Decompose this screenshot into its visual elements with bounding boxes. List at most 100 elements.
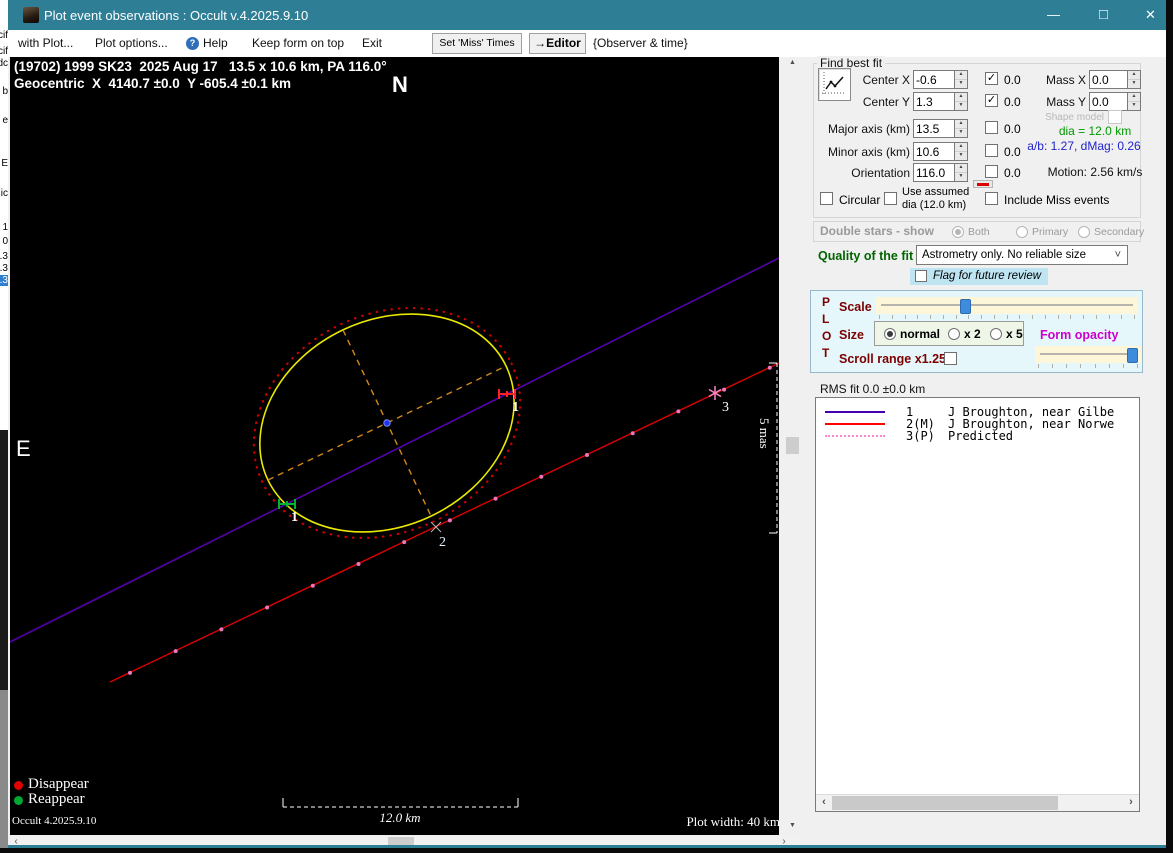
major-axis-checkbox[interactable] — [985, 121, 998, 134]
version-label: Occult 4.2025.9.10 — [12, 815, 97, 827]
quality-dropdown[interactable]: Astrometry only. No reliable size ˅ — [916, 245, 1128, 265]
menu-keep-form-on-top[interactable]: Keep form on top — [252, 36, 344, 50]
include-miss-label: Include Miss events — [1004, 193, 1110, 207]
flag-review-row: Flag for future review — [910, 268, 1048, 285]
list-scroll-right-arrow[interactable]: › — [1125, 796, 1137, 808]
plot-vertical-scrollbar[interactable]: ▲ ▼ — [785, 57, 800, 835]
scroll-down-arrow[interactable]: ▼ — [785, 822, 800, 829]
set-miss-times-button[interactable]: Set 'Miss' Times — [432, 33, 522, 54]
obs-row-3-name: Predicted — [948, 429, 1014, 443]
plot-header-line1: (19702) 1999 SK23 2025 Aug 17 13.5 x 10.… — [14, 59, 387, 74]
center-y-spin-buttons[interactable]: ▲ ▼ — [954, 92, 968, 111]
screen-bottom-edge — [0, 848, 1173, 853]
list-scroll-left-arrow[interactable]: ‹ — [818, 796, 830, 808]
mass-x-spinner[interactable]: ▲▼ — [1089, 70, 1141, 89]
mass-x-input[interactable] — [1089, 70, 1127, 89]
major-axis-spinner[interactable]: ▲▼ — [913, 119, 968, 138]
menu-with-plot[interactable]: with Plot... — [18, 36, 73, 50]
center-x-checkbox[interactable] — [985, 72, 998, 85]
minimize-button[interactable]: — — [1031, 0, 1076, 30]
menu-plot-options[interactable]: Plot options... — [95, 36, 168, 50]
form-opacity-label: Form opacity — [1040, 328, 1119, 342]
mass-y-spinner[interactable]: ▲▼ — [1089, 92, 1141, 111]
double-stars-secondary-radio[interactable] — [1078, 226, 1090, 238]
mass-x-label: Mass X — [1045, 73, 1086, 87]
mass-y-spin-buttons[interactable]: ▲ ▼ — [1127, 92, 1141, 111]
double-stars-both-radio[interactable] — [952, 226, 964, 238]
center-y-input[interactable] — [913, 92, 954, 111]
menu-exit[interactable]: Exit — [362, 36, 382, 50]
center-x-input[interactable] — [913, 70, 954, 89]
size-label: Size — [839, 328, 865, 342]
minor-axis-label: Minor axis (km) — [827, 145, 910, 159]
major-axis-input[interactable] — [913, 119, 954, 138]
quality-label: Quality of the fit — [818, 249, 914, 263]
center-y-sigma: 0.0 — [1004, 95, 1021, 109]
legend-line-predicted — [825, 435, 885, 437]
flag-review-checkbox[interactable] — [915, 270, 927, 282]
center-x-label: Center X — [862, 73, 910, 87]
scale-slider-groove — [881, 304, 1133, 306]
scroll-range-checkbox[interactable] — [944, 352, 957, 365]
vertical-scroll-thumb[interactable] — [786, 437, 799, 454]
size-x2-radio[interactable] — [948, 328, 960, 340]
north-label: N — [392, 72, 408, 97]
include-miss-checkbox[interactable] — [985, 192, 998, 205]
orientation-spin-buttons[interactable]: ▲ ▼ — [954, 163, 968, 182]
center-y-checkbox[interactable] — [985, 94, 998, 107]
editor-button[interactable]: →Editor — [529, 33, 586, 54]
minor-axis-checkbox[interactable] — [985, 144, 998, 157]
scroll-range-label: Scroll range x1.25 — [839, 352, 947, 366]
size-normal-label: normal — [900, 327, 941, 341]
legend-line-chord1 — [825, 411, 885, 413]
size-x5-radio[interactable] — [990, 328, 1002, 340]
scale-slider-thumb[interactable] — [960, 299, 971, 314]
opacity-slider-thumb[interactable] — [1127, 348, 1138, 363]
size-normal-radio[interactable] — [884, 328, 896, 340]
opacity-slider-ticks — [1038, 364, 1138, 369]
observations-listbox[interactable]: 1 J Broughton, near Gilbe 2(M) J Brought… — [815, 397, 1140, 812]
major-axis-spin-buttons[interactable]: ▲ ▼ — [954, 119, 968, 138]
screen-right-edge — [1166, 0, 1173, 853]
center-x-spinner[interactable]: ▲▼ — [913, 70, 968, 89]
double-stars-secondary-label: Secondary — [1094, 226, 1145, 238]
observer-time-label[interactable]: {Observer & time} — [593, 36, 688, 50]
minor-axis-input[interactable] — [913, 142, 954, 161]
double-stars-primary-radio[interactable] — [1016, 226, 1028, 238]
mass-y-input[interactable] — [1089, 92, 1127, 111]
orientation-sigma: 0.0 — [1004, 166, 1021, 180]
center-x-sigma: 0.0 — [1004, 73, 1021, 87]
major-axis-label: Major axis (km) — [827, 122, 910, 136]
chord2-label: 2 — [439, 535, 446, 550]
use-assumed-checkbox[interactable] — [884, 192, 897, 205]
maximize-button[interactable]: □ — [1081, 0, 1126, 30]
minor-axis-spin-buttons[interactable]: ▲ ▼ — [954, 142, 968, 161]
shape-model-label: Shape model — [1045, 112, 1104, 123]
list-horizontal-scrollbar[interactable]: ‹ › — [816, 794, 1139, 811]
center-y-spinner[interactable]: ▲▼ — [913, 92, 968, 111]
title-bar: Plot event observations : Occult v.4.202… — [8, 0, 1166, 30]
mass-x-spin-buttons[interactable]: ▲ ▼ — [1127, 70, 1141, 89]
motion-label: Motion: 2.56 km/s — [1047, 165, 1143, 179]
scroll-up-arrow[interactable]: ▲ — [785, 59, 800, 66]
list-scroll-thumb[interactable] — [832, 796, 1058, 810]
shape-model-checkbox[interactable] — [1108, 110, 1122, 124]
circular-label: Circular — [839, 193, 881, 207]
ellipse-center-dot — [383, 419, 391, 427]
scale-slider[interactable] — [876, 297, 1138, 314]
quality-value: Astrometry only. No reliable size — [922, 249, 1087, 261]
legend-line-chord2 — [825, 423, 885, 425]
form-opacity-slider[interactable] — [1035, 346, 1141, 363]
circular-checkbox[interactable] — [820, 192, 833, 205]
orientation-checkbox[interactable] — [985, 165, 998, 178]
center-x-spin-buttons[interactable]: ▲ ▼ — [954, 70, 968, 89]
minor-axis-spinner[interactable]: ▲▼ — [913, 142, 968, 161]
ab-dmag-label: a/b: 1.27, dMag: 0.26 — [1027, 139, 1141, 153]
reappear-legend-label: Reappear — [28, 791, 85, 807]
double-stars-primary-label: Primary — [1032, 226, 1069, 238]
menu-help[interactable]: Help — [203, 36, 228, 50]
rms-fit-label: RMS fit 0.0 ±0.0 km — [820, 382, 926, 396]
orientation-input[interactable] — [913, 163, 954, 182]
orientation-spinner[interactable]: ▲▼ — [913, 163, 968, 182]
plot-canvas: 1 1 2 3 — [10, 257, 779, 808]
